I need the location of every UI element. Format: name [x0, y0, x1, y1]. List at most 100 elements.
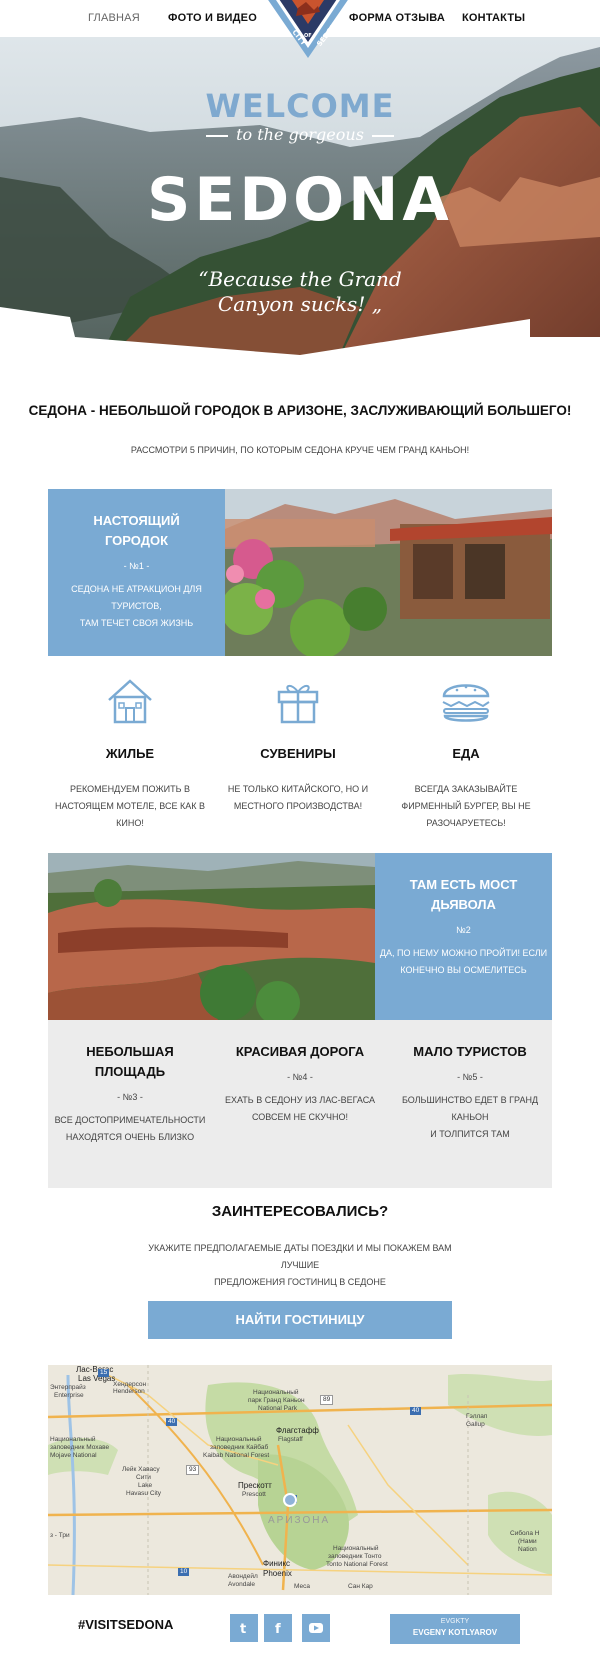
map-label-lake-3: Lake: [138, 1482, 153, 1489]
map-highway-93: 93: [186, 1465, 200, 1475]
hero-subtitle: to the gorgeous: [0, 125, 600, 144]
map-label-mesa: Меса: [294, 1583, 310, 1590]
hero-welcome: WELCOME: [205, 87, 395, 125]
map-label-tonto-1: Национальный: [333, 1545, 379, 1552]
arizona-map[interactable]: Лас-Вегас Las Vegas Хендерсон Henderson …: [48, 1365, 552, 1595]
map-label-trip: з - Три: [50, 1532, 70, 1539]
twitter-icon: t: [240, 1622, 246, 1635]
credit-name: EVGENY KOTLYAROV: [412, 1628, 498, 1637]
reason-5: МАЛО ТУРИСТОВ - №5 - БОЛЬШИНСТВО ЕДЕТ В …: [390, 1042, 550, 1143]
reason-2-number: №2: [456, 925, 471, 935]
feature-food-line-1: ВСЕГДА ЗАКАЗЫВАЙТЕ: [414, 784, 518, 794]
map-label-gcpark-3: National Park: [258, 1405, 298, 1412]
feature-souvenirs-line-2: МЕСТНОГО ПРОИЗВОДСТВА!: [233, 801, 363, 811]
nav-home[interactable]: ГЛАВНАЯ: [88, 12, 140, 24]
map-label-tonto-3: Tonto National Forest: [326, 1561, 388, 1568]
map-highway-40-west: 40: [166, 1418, 178, 1426]
map-state-label: АРИЗОНА: [268, 1515, 331, 1526]
intro-headline: СЕДОНА - НЕБОЛЬШОЙ ГОРОДОК В АРИЗОНЕ, ЗА…: [28, 403, 572, 418]
map-label-enterprise-ru: Энтерпрайз: [50, 1384, 86, 1391]
reason-5-title: МАЛО ТУРИСТОВ: [413, 1044, 527, 1059]
feature-housing-line-1: РЕКОМЕНДУЕМ ПОЖИТЬ В: [69, 784, 191, 794]
youtube-button[interactable]: [302, 1614, 330, 1642]
feature-food: ЕДА ВСЕГДА ЗАКАЗЫВАЙТЕ ФИРМЕННЫЙ БУРГЕР,…: [386, 676, 546, 832]
feature-souvenirs-title: СУВЕНИРЫ: [260, 746, 336, 761]
feature-food-title: ЕДА: [452, 746, 480, 761]
map-label-prescott-ru: Прескотт: [238, 1481, 272, 1490]
reason-2-desc-line-2: КОНЕЧНО ВЫ ОСМЕЛИТЕСЬ: [400, 965, 527, 975]
reason-3-number: - №3 -: [117, 1092, 143, 1102]
map-label-mojave-1: Национальный: [50, 1436, 96, 1443]
map-label-lake-4: Havasu City: [126, 1490, 162, 1497]
reason-5-number: - №5 -: [457, 1072, 483, 1082]
devils-bridge-photo: [48, 853, 375, 1020]
nav-photo-video[interactable]: ФОТО И ВИДЕО: [168, 12, 257, 24]
svg-text:t: t: [240, 1622, 246, 1635]
hero-quote: “Because the Grand Canyon sucks! „: [195, 267, 405, 317]
seal-text-of: OF: [304, 33, 312, 39]
hero-title: SEDONA: [147, 165, 453, 235]
hero-banner: WELCOME to the gorgeous SEDONA “Because …: [0, 37, 600, 377]
reason-1-box: НАСТОЯЩИЙ ГОРОДОК - №1 - СЕДОНА НЕ АТРАК…: [48, 489, 225, 656]
reason-2-title-line-1: ТАМ ЕСТЬ МОСТ: [409, 877, 518, 892]
nav-feedback[interactable]: ФОРМА ОТЗЫВА: [349, 12, 445, 24]
map-label-kaibab-2: заповедник Кайбаб: [210, 1444, 269, 1451]
map-label-gcpark-2: парк Гранд Каньон: [248, 1397, 305, 1404]
cta-text-line-1: УКАЖИТЕ ПРЕДПОЛАГАЕМЫЕ ДАТЫ ПОЕЗДКИ И МЫ…: [148, 1243, 452, 1270]
reason-5-desc-line-1: БОЛЬШИНСТВО ЕДЕТ В ГРАНД КАНЬОН: [401, 1095, 539, 1122]
reason-4-number: - №4 -: [287, 1072, 313, 1082]
find-hotel-button[interactable]: НАЙТИ ГОСТИНИЦУ: [148, 1301, 452, 1339]
youtube-icon: [309, 1623, 323, 1633]
map-label-cibola-3: Nation: [518, 1546, 537, 1553]
map-label-gallup-ru: Гэллап: [466, 1413, 488, 1420]
map-label-phoenix-ru: Финикс: [263, 1559, 291, 1568]
map-highway-40-east: 40: [410, 1407, 422, 1415]
feature-housing-line-2: НАСТОЯЩЕМ МОТЕЛЕ, ВСЕ КАК В: [55, 801, 205, 811]
quote-close-mark: „: [371, 292, 383, 316]
reason-4-desc-line-1: ЕХАТЬ В СЕДОНУ ИЗ ЛАС-ВЕГАСА: [224, 1095, 376, 1105]
reason-1-title-line-1: НАСТОЯЩИЙ: [93, 513, 180, 528]
quote-open-mark: “: [198, 267, 209, 291]
map-label-vegas-en: Las Vegas: [78, 1374, 116, 1383]
map-label-flagstaff-ru: Флагстафф: [276, 1426, 319, 1435]
reason-4-desc-line-2: СОВСЕМ НЕ СКУЧНО!: [251, 1112, 349, 1122]
cta-text-line-2: ПРЕДЛОЖЕНИЯ ГОСТИНИЦ В СЕДОНЕ: [214, 1277, 386, 1287]
reason-2-desc-line-1: ДА, ПО НЕМУ МОЖНО ПРОЙТИ! ЕСЛИ: [379, 948, 548, 958]
nav-contacts[interactable]: КОНТАКТЫ: [462, 12, 525, 24]
city-seal-logo[interactable]: CITY OF SEDONA: [260, 0, 356, 60]
map-label-mojave-3: Mojave National: [50, 1452, 97, 1459]
reason-1-desc-line-2: ТАМ ТЕЧЕТ СВОЯ ЖИЗНЬ: [79, 618, 194, 628]
intro-subline: РАССМОТРИ 5 ПРИЧИН, ПО КОТОРЫМ СЕДОНА КР…: [130, 445, 470, 455]
reason-1-desc-line-1: СЕДОНА НЕ АТРАКЦИОН ДЛЯ ТУРИСТОВ,: [71, 584, 202, 611]
map-location-pin[interactable]: [283, 1493, 297, 1507]
map-label-gallup-en: Gallup: [466, 1421, 485, 1428]
reason-5-desc-line-2: И ТОЛПИТСЯ ТАМ: [430, 1129, 510, 1139]
map-label-flagstaff-en: Flagstaff: [278, 1436, 303, 1443]
reason-1-title-line-2: ГОРОДОК: [104, 533, 169, 548]
burger-icon: [442, 684, 490, 722]
map-highway-89: 89: [320, 1395, 334, 1405]
twitter-button[interactable]: t: [230, 1614, 258, 1642]
map-highway-15: 15: [98, 1369, 110, 1377]
reason-3-title-line-1: НЕБОЛЬШАЯ: [86, 1044, 174, 1059]
facebook-button[interactable]: f: [264, 1614, 292, 1642]
reason-3-desc-line-2: НАХОДЯТСЯ ОЧЕНЬ БЛИЗКО: [65, 1132, 195, 1142]
author-credit[interactable]: EVGKTY EVGENY KOTLYAROV: [390, 1614, 520, 1644]
feature-housing-title: ЖИЛЬЕ: [105, 746, 155, 761]
reason-4-title: КРАСИВАЯ ДОРОГА: [235, 1044, 365, 1059]
cta-title: ЗАИНТЕРЕСОВАЛИСЬ?: [211, 1203, 389, 1220]
map-label-lake-1: Лейк Хавасу: [122, 1466, 160, 1473]
map-label-cibola-1: Сибола Н: [510, 1530, 540, 1537]
quote-line-2: Canyon sucks!: [217, 292, 366, 316]
map-label-phoenix-en: Phoenix: [263, 1569, 292, 1578]
reason-2-box: ТАМ ЕСТЬ МОСТ ДЬЯВОЛА №2 ДА, ПО НЕМУ МОЖ…: [375, 853, 552, 1020]
hero-subtitle-text: to the gorgeous: [236, 125, 364, 144]
feature-housing-line-3: КИНО!: [116, 818, 144, 828]
reasons-panel: НЕБОЛЬШАЯ ПЛОЩАДЬ - №3 - ВСЕ ДОСТОПРИМЕЧ…: [48, 1020, 552, 1188]
map-label-prescott-en: Prescott: [242, 1491, 266, 1498]
cta-text: УКАЖИТЕ ПРЕДПОЛАГАЕМЫЕ ДАТЫ ПОЕЗДКИ И МЫ…: [140, 1240, 460, 1291]
map-label-tonto-2: заповедник Тонто: [328, 1553, 382, 1560]
facebook-icon: f: [275, 1622, 281, 1635]
map-label-enterprise-en: Enterprise: [54, 1392, 84, 1399]
reason-3: НЕБОЛЬШАЯ ПЛОЩАДЬ - №3 - ВСЕ ДОСТОПРИМЕЧ…: [50, 1042, 210, 1146]
